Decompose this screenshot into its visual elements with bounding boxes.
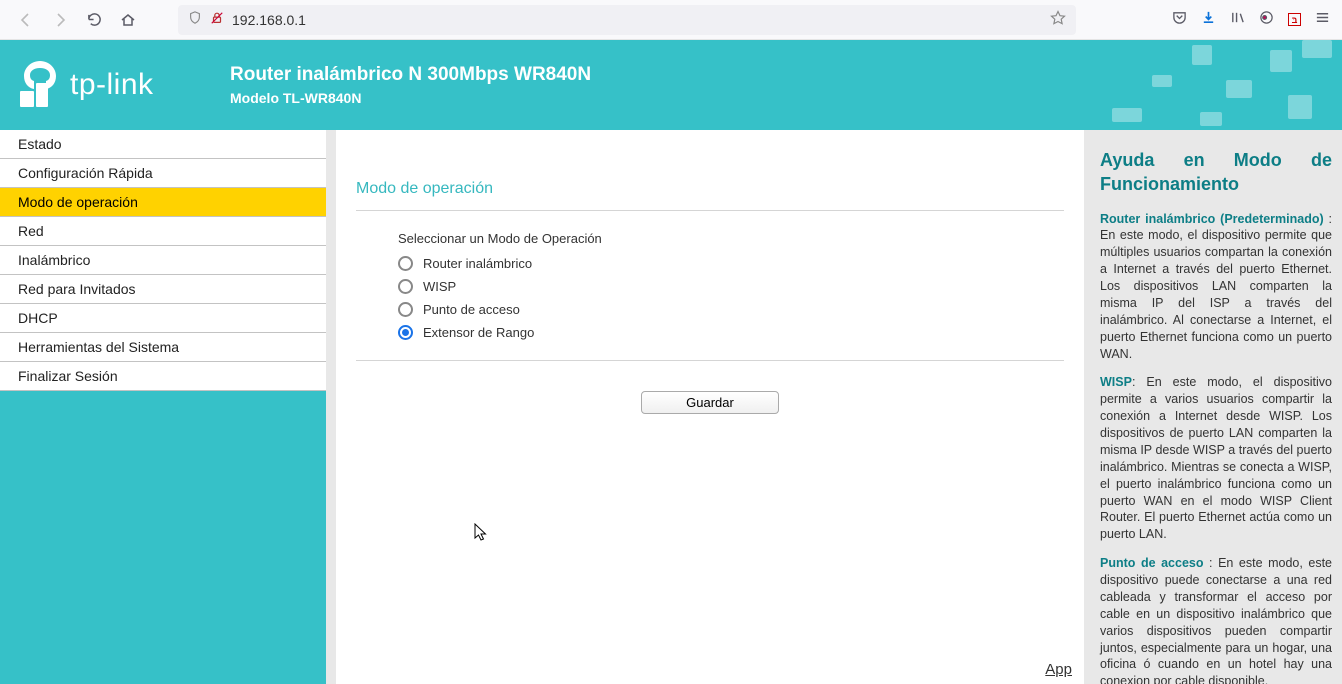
- sidebar-item-red[interactable]: Red: [0, 217, 326, 246]
- sidebar-item-finalizar[interactable]: Finalizar Sesión: [0, 362, 326, 391]
- page-title: Router inalámbrico N 300Mbps WR840N: [230, 64, 591, 86]
- radio-icon: [398, 302, 413, 317]
- radio-punto-acceso[interactable]: Punto de acceso: [398, 302, 1064, 317]
- help-section-router: Router inalámbrico (Predeterminado) : En…: [1100, 211, 1332, 363]
- url-text: 192.168.0.1: [232, 12, 306, 28]
- tplink-logo-icon: [20, 61, 60, 109]
- sidebar-nav: Estado Configuración Rápida Modo de oper…: [0, 130, 326, 684]
- sidebar-item-config-rapida[interactable]: Configuración Rápida: [0, 159, 326, 188]
- menu-icon[interactable]: [1315, 10, 1330, 30]
- home-button[interactable]: [114, 6, 142, 34]
- panel-heading: Modo de operación: [356, 160, 1064, 211]
- brand-logo: tp-link: [20, 61, 230, 109]
- sidebar-item-red-invitados[interactable]: Red para Invitados: [0, 275, 326, 304]
- help-section-wisp: WISP: En este modo, el dispositivo permi…: [1100, 374, 1332, 543]
- app-header: tp-link Router inalámbrico N 300Mbps WR8…: [0, 40, 1342, 130]
- radio-label: Punto de acceso: [423, 302, 520, 317]
- sidebar-item-inalambrico[interactable]: Inalámbrico: [0, 246, 326, 275]
- library-icon[interactable]: [1230, 10, 1245, 30]
- model-subtitle: Modelo TL-WR840N: [230, 90, 591, 106]
- back-button[interactable]: [12, 6, 40, 34]
- help-section-ap: Punto de acceso : En este modo, este dis…: [1100, 555, 1332, 684]
- sidebar-item-herramientas[interactable]: Herramientas del Sistema: [0, 333, 326, 362]
- radio-wisp[interactable]: WISP: [398, 279, 1064, 294]
- help-panel: Ayuda en Modo de Funcionamiento Router i…: [1094, 130, 1342, 684]
- download-icon[interactable]: [1201, 10, 1216, 30]
- app-link[interactable]: App: [1045, 661, 1072, 678]
- forward-button[interactable]: [46, 6, 74, 34]
- extension-icon-2[interactable]: בּ: [1288, 13, 1301, 26]
- mouse-cursor: [474, 523, 490, 543]
- sidebar-item-modo-operacion[interactable]: Modo de operación: [0, 188, 326, 217]
- sidebar-item-estado[interactable]: Estado: [0, 130, 326, 159]
- radio-label: WISP: [423, 279, 456, 294]
- radio-icon: [398, 325, 413, 340]
- main-area: Modo de operación Seleccionar un Modo de…: [326, 130, 1094, 684]
- radio-extensor-rango[interactable]: Extensor de Rango: [398, 325, 1064, 340]
- extension-icon-1[interactable]: [1259, 10, 1274, 30]
- radio-icon: [398, 279, 413, 294]
- url-bar[interactable]: 192.168.0.1: [178, 5, 1076, 35]
- radio-label: Router inalámbrico: [423, 256, 532, 271]
- brand-text: tp-link: [70, 68, 154, 102]
- help-title: Ayuda en Modo de Funcionamiento: [1100, 148, 1332, 197]
- reload-button[interactable]: [80, 6, 108, 34]
- operation-mode-group: Seleccionar un Modo de Operación Router …: [356, 231, 1064, 340]
- panel: Modo de operación Seleccionar un Modo de…: [336, 130, 1084, 684]
- shield-icon: [188, 11, 202, 28]
- group-label: Seleccionar un Modo de Operación: [398, 231, 1064, 246]
- save-button[interactable]: Guardar: [641, 391, 779, 414]
- pocket-icon[interactable]: [1172, 10, 1187, 30]
- browser-toolbar: 192.168.0.1 בּ: [0, 0, 1342, 40]
- browser-right-icons: בּ: [1172, 10, 1330, 30]
- radio-router-inalambrico[interactable]: Router inalámbrico: [398, 256, 1064, 271]
- bookmark-star-icon[interactable]: [1050, 10, 1066, 29]
- sidebar-item-dhcp[interactable]: DHCP: [0, 304, 326, 333]
- radio-label: Extensor de Rango: [423, 325, 534, 340]
- radio-icon: [398, 256, 413, 271]
- insecure-lock-icon: [210, 11, 224, 28]
